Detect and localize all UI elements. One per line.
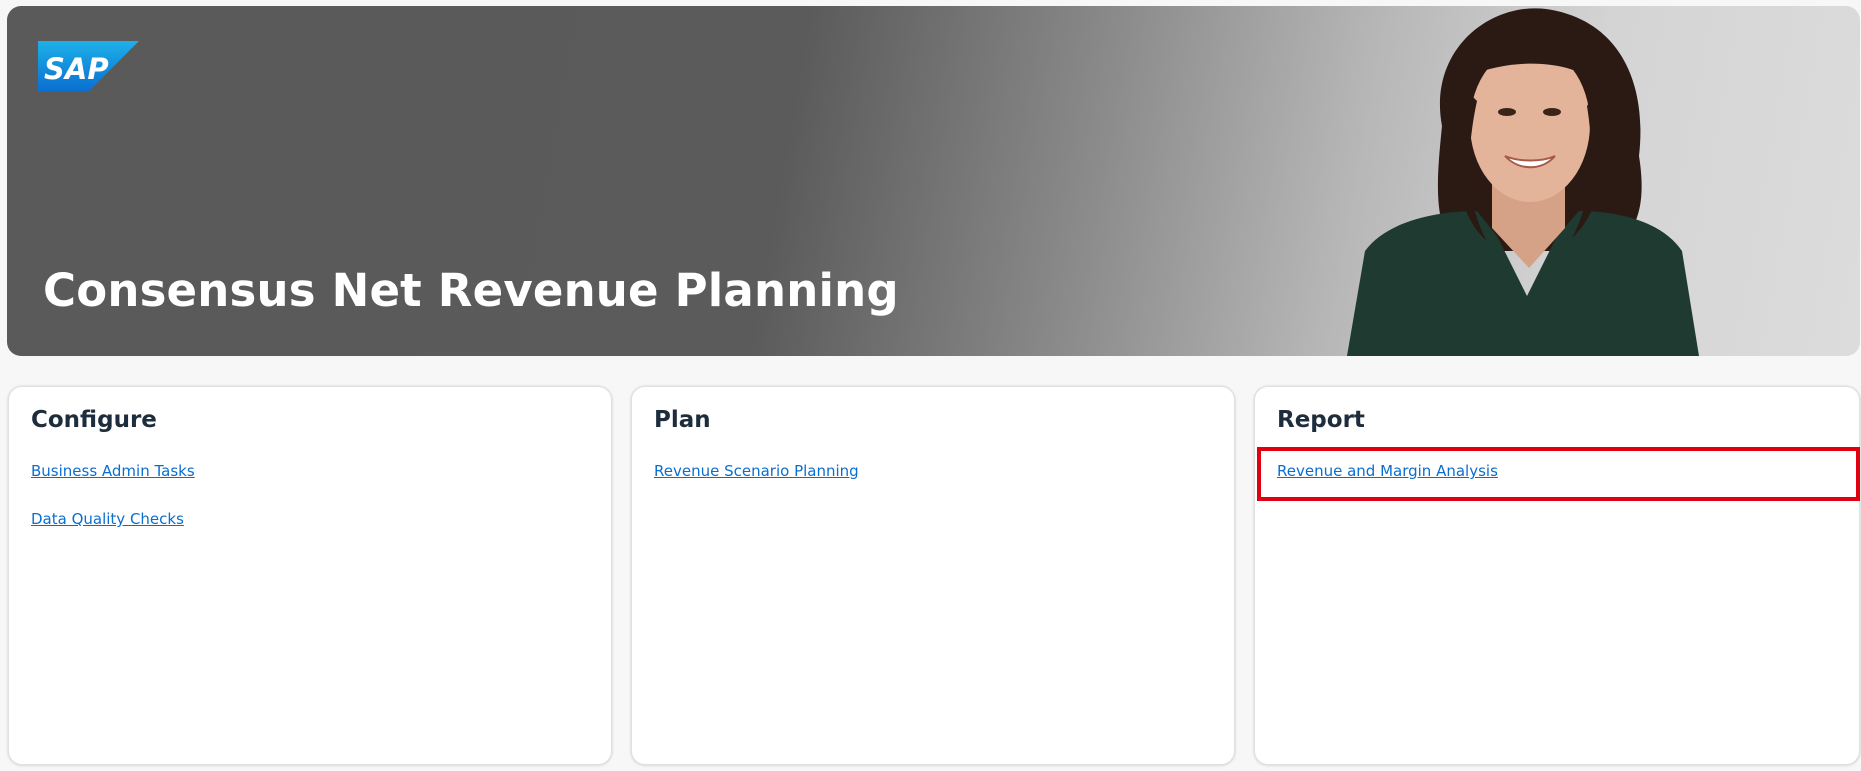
hero-banner: SAP Consensus Net Revenue Planning: [7, 6, 1860, 356]
card-title-configure: Configure: [31, 407, 157, 433]
business-admin-tasks-link[interactable]: Business Admin Tasks: [31, 462, 195, 480]
revenue-and-margin-analysis-link[interactable]: Revenue and Margin Analysis: [1277, 462, 1498, 480]
configure-card: Configure Business Admin Tasks Data Qual…: [8, 386, 612, 765]
page-title: Consensus Net Revenue Planning: [43, 264, 899, 317]
card-title-report: Report: [1277, 407, 1365, 433]
portrait-image: [1347, 8, 1699, 356]
data-quality-checks-link[interactable]: Data Quality Checks: [31, 510, 184, 528]
plan-card: Plan Revenue Scenario Planning: [631, 386, 1235, 765]
svg-text:SAP: SAP: [44, 52, 109, 86]
launchpad-page: SAP Consensus Net Revenue Planning Confi…: [0, 0, 1861, 771]
report-card: Report Revenue and Margin Analysis: [1254, 386, 1860, 765]
sap-logo: SAP: [38, 41, 139, 92]
revenue-scenario-planning-link[interactable]: Revenue Scenario Planning: [654, 462, 859, 480]
card-title-plan: Plan: [654, 407, 711, 433]
